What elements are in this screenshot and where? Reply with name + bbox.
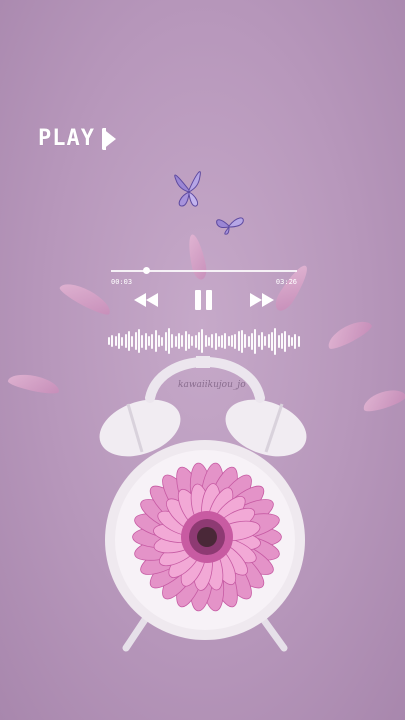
- watermark-signature: kawaiikujou_jo: [178, 380, 246, 390]
- alarm-clock-illustration: [99, 356, 307, 652]
